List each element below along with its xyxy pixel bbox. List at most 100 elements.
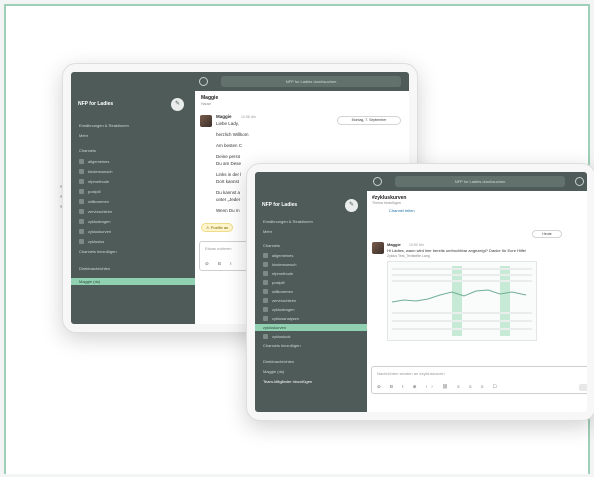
chart-row	[392, 280, 532, 282]
workspace-name[interactable]: NFP for Ladies	[262, 202, 297, 208]
cycle-chart-image[interactable]	[387, 261, 537, 341]
sidebar-item-mentions[interactable]: Erwähnungen & Reaktionen	[79, 123, 129, 128]
hash-icon	[79, 209, 84, 215]
hash-icon	[79, 239, 84, 245]
message-author[interactable]: Maggie	[387, 242, 401, 247]
temperature-curve	[392, 289, 527, 303]
input-placeholder: Nachrichten senden an #zykluskurven	[377, 371, 445, 376]
add-member-button[interactable]: Team-Mitglieder hinzufügen	[263, 379, 312, 384]
sidebar-channel[interactable]: zykluslos	[79, 239, 104, 245]
hash-icon	[263, 334, 268, 340]
message-line: Links in der l	[216, 172, 242, 177]
message-line: Du am Dese	[216, 161, 242, 166]
message-pane: #zykluskurven Thema hinzufügen Channel t…	[367, 191, 587, 412]
chart-row	[392, 268, 532, 270]
hash-icon	[79, 199, 84, 205]
sidebar-channel[interactable]: nfpmethode	[263, 271, 293, 277]
sidebar-channel[interactable]: postpill	[263, 280, 284, 286]
dm-header[interactable]: Direktnachrichten	[263, 359, 294, 364]
channel-title[interactable]: Maggie	[201, 95, 218, 101]
avatar[interactable]	[372, 242, 384, 254]
sidebar-channel[interactable]: zyklusfragen	[263, 307, 294, 313]
message-subtext: Zyklus Test_Textstelle Lang	[387, 254, 430, 258]
compose-icon[interactable]: ✎	[171, 98, 184, 111]
help-icon[interactable]	[575, 177, 584, 186]
sidebar-channel[interactable]: kinderwunsch	[263, 262, 296, 268]
format-toolbar[interactable]: ⊘ B I ⊕ ‹› ⛓ ≡ ≡ ≡ ☐	[377, 384, 501, 390]
sidebar-channel[interactable]: zyklusanalysen	[263, 316, 299, 322]
message-line: herzlich Willkom	[216, 132, 249, 137]
hash-icon	[79, 169, 84, 175]
sidebar-channel[interactable]: zervixschleim	[79, 209, 112, 215]
input-placeholder: Etwas notieren	[205, 246, 232, 251]
notification-banner[interactable]: ⚠ Postfix an	[201, 223, 234, 232]
sidebar-channel[interactable]: allgemeines	[79, 159, 109, 165]
chart-row	[392, 320, 532, 322]
message-input[interactable]: Nachrichten senden an #zykluskurven ⊘ B …	[371, 366, 587, 394]
hash-icon	[263, 316, 268, 322]
sidebar: NFP for Ladies ✎ Erwähnungen & Reaktione…	[71, 91, 195, 324]
add-channel-button[interactable]: Channels hinzufügen	[79, 249, 117, 254]
channel-link[interactable]: Channel teilen	[389, 208, 415, 213]
message-time: 10:59 Uhr	[409, 243, 425, 247]
sidebar-channel-active[interactable]: zykluskurven	[255, 324, 367, 331]
channels-header[interactable]: Channels	[79, 148, 96, 153]
search-input[interactable]: NFP for Ladies durchsuchen	[395, 176, 565, 187]
workspace-name[interactable]: NFP for Ladies	[78, 101, 113, 107]
date-pill[interactable]: Montag, 7. September	[337, 116, 401, 125]
channels-header[interactable]: Channels	[263, 243, 280, 248]
add-channel-button[interactable]: Channels hinzufügen	[263, 343, 301, 348]
hash-icon	[263, 262, 268, 268]
hash-icon	[79, 219, 84, 225]
message-line: Deine persö	[216, 154, 241, 159]
sidebar-channel[interactable]: willkommen	[79, 199, 109, 205]
hash-icon	[79, 159, 84, 165]
top-bar: NFP for Ladies durchsuchen	[71, 72, 409, 91]
hash-icon	[263, 289, 268, 295]
sidebar-channel[interactable]: zykluskurven	[79, 229, 111, 235]
sidebar-channel[interactable]: postpill	[79, 189, 100, 195]
dm-header[interactable]: Direktnachrichten	[79, 266, 110, 271]
sidebar-channel[interactable]: kinderwunsch	[79, 169, 112, 175]
sidebar-channel[interactable]: zykluslook	[263, 334, 290, 340]
sidebar-channel[interactable]: willkommen	[263, 289, 293, 295]
sidebar-item-more[interactable]: Mehr	[263, 229, 272, 234]
hash-icon	[263, 307, 268, 313]
send-button[interactable]	[579, 384, 587, 391]
hash-icon	[79, 229, 84, 235]
channel-subtitle[interactable]: Thema hinzufügen	[372, 201, 401, 205]
message-line: Liebe Lady,	[216, 121, 239, 126]
sidebar-channel[interactable]: nfpmethode	[79, 179, 109, 185]
channel-subtitle: Hause	[201, 102, 212, 106]
sidebar: NFP for Ladies ✎ Erwähnungen & Reaktione…	[255, 191, 367, 412]
search-input[interactable]: NFP for Ladies durchsuchen	[221, 76, 401, 87]
sidebar-dm[interactable]: Maggie (du)	[263, 369, 284, 374]
hash-icon	[79, 189, 84, 195]
message-line: Am besten C	[216, 143, 243, 148]
sidebar-item-more[interactable]: Mehr	[79, 133, 88, 138]
avatar[interactable]	[200, 115, 212, 127]
clock-icon[interactable]	[199, 77, 208, 86]
sidebar-dm-active[interactable]: Maggie (du)	[71, 278, 195, 285]
sidebar-channel[interactable]: allgemeines	[263, 253, 293, 259]
hash-icon	[263, 253, 268, 259]
sidebar-channel[interactable]: zervixschleim	[263, 298, 296, 304]
date-pill[interactable]: Heute	[532, 230, 562, 238]
hash-icon	[263, 298, 268, 304]
format-toolbar[interactable]: ⊘ B I	[205, 261, 236, 267]
message-text: Hi Ladies, wann wird hier bereits umfruc…	[387, 248, 527, 253]
hash-icon	[263, 271, 268, 277]
chart-row	[392, 274, 532, 276]
hash-icon	[79, 179, 84, 185]
chart-row	[392, 328, 532, 330]
message-author[interactable]: Maggie	[216, 114, 232, 119]
sidebar-item-mentions[interactable]: Erwähnungen & Reaktionen	[263, 219, 313, 224]
message-time: 10:36 Uhr	[241, 115, 257, 119]
compose-icon[interactable]: ✎	[345, 199, 358, 212]
tablet-front: NFP for Ladies durchsuchen NFP for Ladie…	[246, 163, 594, 421]
message-line: unter „Jeder	[216, 197, 241, 202]
chart-row	[392, 312, 532, 314]
message-line: Du kannst a	[216, 190, 241, 195]
clock-icon[interactable]	[373, 177, 382, 186]
sidebar-channel[interactable]: zyklusfragen	[79, 219, 110, 225]
